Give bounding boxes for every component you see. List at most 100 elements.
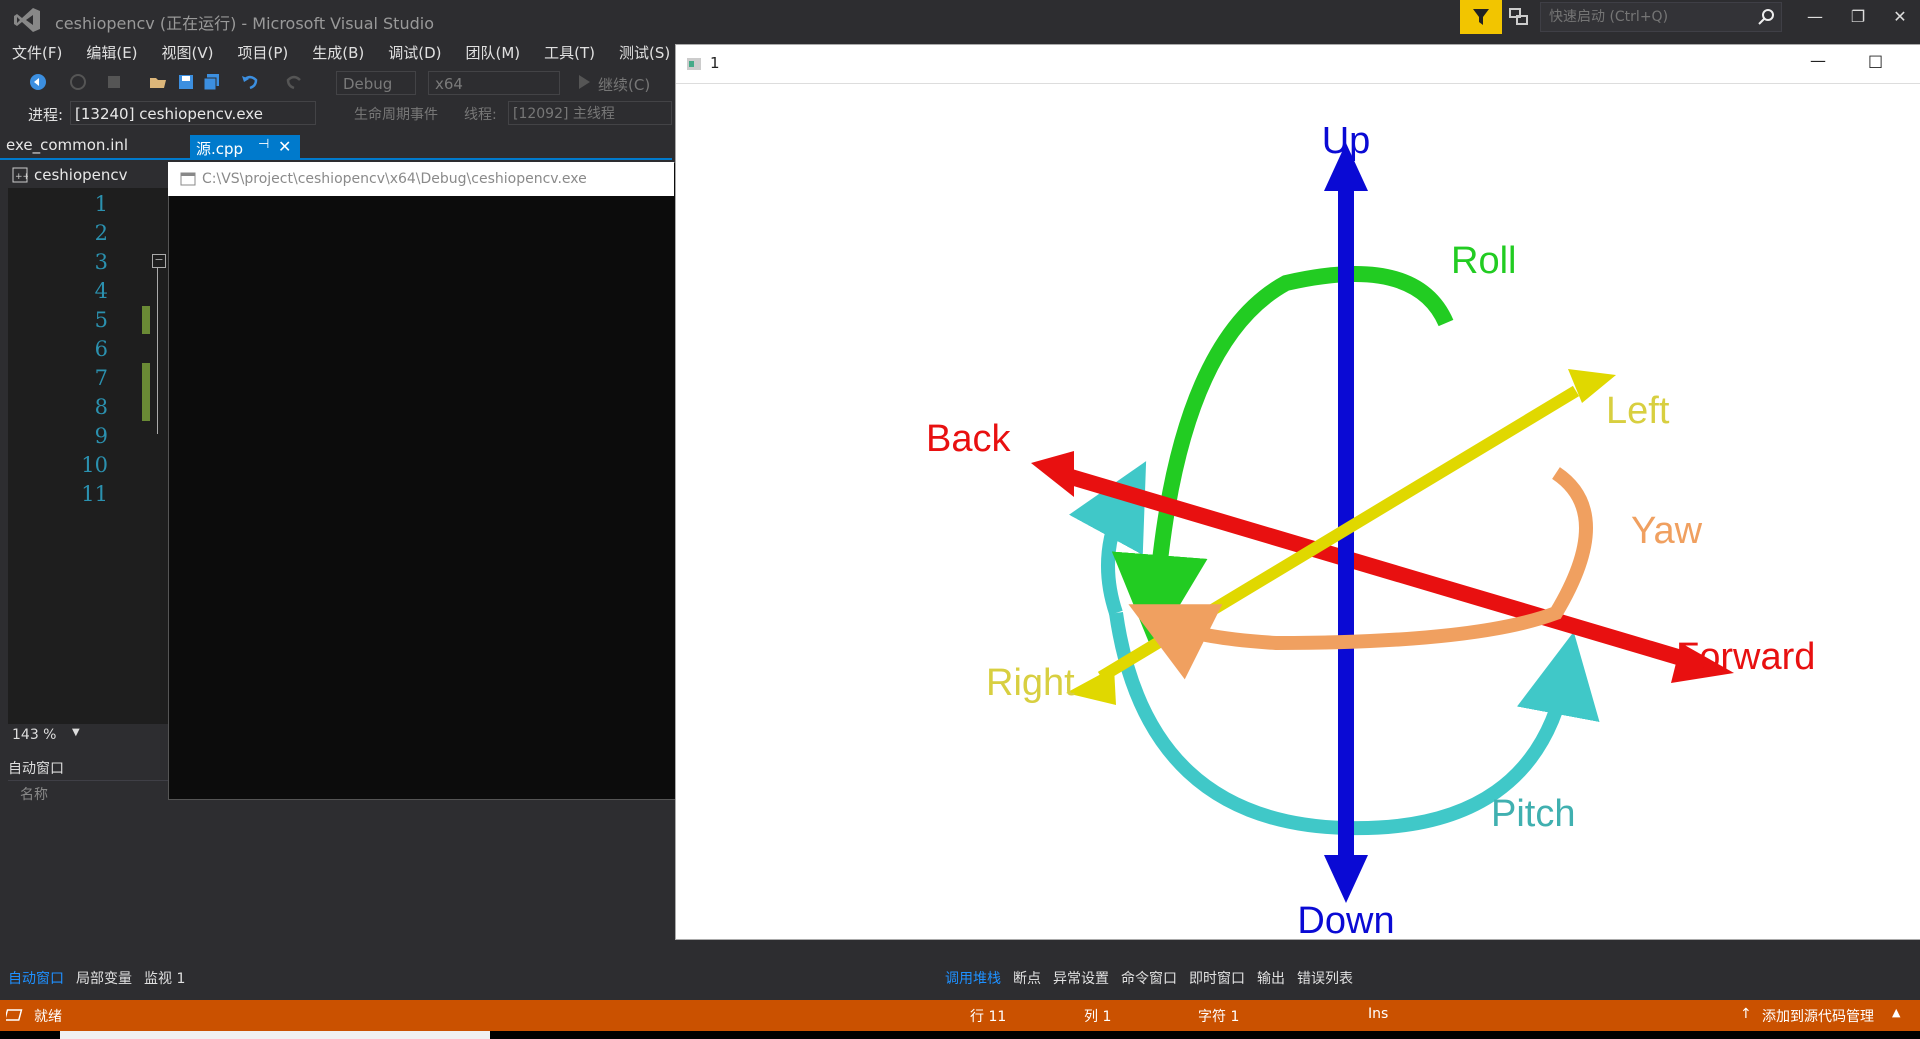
pitch-arrow-tail [1069, 461, 1147, 616]
menu-bar: 文件(F) 编辑(E) 视图(V) 项目(P) 生成(B) 调试(D) 团队(M) 工具(T)… [0, 40, 682, 66]
feedback-filter-button[interactable] [1460, 0, 1502, 34]
restore-button[interactable]: ❐ [1838, 0, 1878, 34]
filter-icon [1473, 9, 1489, 25]
zoom-value: 143 % [12, 727, 57, 743]
label-left: Left [1606, 390, 1670, 432]
solution-config-select[interactable]: Debug [336, 71, 416, 95]
svg-text:++: ++ [15, 172, 28, 182]
zoom-select[interactable]: 143 % ▼ [8, 724, 172, 748]
tab-close-icon[interactable]: ✕ [278, 137, 291, 156]
arrow-up-icon: ↑ [1740, 1006, 1752, 1022]
menu-debug[interactable]: 调试(D) [376, 40, 453, 66]
status-char: 字符 1 [1198, 1009, 1240, 1025]
line-number: 7 [94, 366, 108, 390]
opencv-image-window[interactable]: 1 — □ Up Down Roll Left Back Yaw Forward… [675, 44, 1920, 940]
line-number: 11 [81, 482, 108, 506]
project-nav-label: ceshiopencv [34, 166, 128, 184]
tab-output[interactable]: 输出 [1257, 968, 1285, 990]
auto-window-title: 自动窗口 [8, 761, 64, 777]
standard-toolbar: Debug x64 继续(C) [0, 66, 672, 100]
taskbar-item[interactable] [60, 1031, 490, 1039]
editor-nav-bar[interactable]: ++ ceshiopencv [0, 162, 172, 188]
forward-navigate-icon[interactable] [68, 72, 88, 92]
line-number: 5 [94, 308, 108, 332]
label-forward: Forward [1676, 636, 1815, 678]
tab-command-window[interactable]: 命令窗口 [1121, 968, 1177, 990]
menu-team[interactable]: 团队(M) [454, 40, 533, 66]
back-arrowhead [1031, 451, 1074, 497]
person-feedback-icon[interactable] [1508, 6, 1530, 28]
title-bar: ceshiopencv (正在运行) - Microsoft Visual St… [0, 0, 1920, 40]
save-all-icon[interactable] [202, 72, 222, 92]
tab-source-cpp[interactable]: 源.cpp ⊣ ✕ [190, 135, 300, 159]
image-window-title: 1 [710, 54, 720, 72]
label-yaw: Yaw [1631, 510, 1703, 552]
image-window-title-bar[interactable]: 1 — □ [676, 45, 1920, 84]
tab-immediate-window[interactable]: 即时窗口 [1189, 968, 1245, 990]
minimize-button[interactable]: — [1810, 51, 1826, 70]
continue-play-icon[interactable] [574, 72, 594, 92]
chevron-up-icon[interactable]: ▲ [1892, 1006, 1900, 1019]
quick-launch-input[interactable] [1541, 3, 1771, 31]
change-marker [142, 363, 150, 421]
redo-icon[interactable] [284, 72, 304, 92]
console-title: C:\VS\project\ceshiopencv\x64\Debug\cesh… [202, 171, 587, 187]
undo-icon[interactable] [240, 72, 260, 92]
line-number: 8 [94, 395, 108, 419]
auto-window-panel [8, 780, 672, 971]
process-select[interactable]: [13240] ceshiopencv.exe [70, 101, 316, 125]
pin-icon[interactable]: ⊣ [258, 137, 269, 152]
label-right: Right [986, 662, 1075, 704]
window-title: ceshiopencv (正在运行) - Microsoft Visual St… [55, 14, 434, 33]
code-editor[interactable]: 1 2 3 4 5 6 7 8 9 10 11 − [8, 188, 172, 724]
quick-launch-box[interactable] [1540, 2, 1782, 32]
column-header-name[interactable]: 名称 [20, 784, 48, 804]
tab-locals[interactable]: 局部变量 [76, 968, 132, 990]
platform-select[interactable]: x64 [428, 71, 560, 95]
chevron-down-icon: ▼ [72, 727, 80, 738]
console-title-bar[interactable]: C:\VS\project\ceshiopencv\x64\Debug\cesh… [168, 162, 674, 196]
tab-breakpoints[interactable]: 断点 [1013, 968, 1041, 990]
menu-project[interactable]: 项目(P) [226, 40, 301, 66]
lifecycle-events-button[interactable]: 生命周期事件 [354, 104, 438, 124]
new-project-icon[interactable] [105, 72, 125, 92]
console-window[interactable] [168, 162, 676, 800]
menu-tools[interactable]: 工具(T) [532, 40, 607, 66]
thread-select[interactable]: [12092] 主线程 [508, 101, 672, 125]
line-number: 2 [94, 221, 108, 245]
continue-label[interactable]: 继续(C) [598, 74, 650, 95]
line-number: 6 [94, 337, 108, 361]
open-file-icon[interactable] [148, 72, 168, 92]
add-to-source-control-button[interactable]: 添加到源代码管理 [1762, 1006, 1874, 1026]
label-pitch: Pitch [1491, 793, 1575, 835]
tab-autos[interactable]: 自动窗口 [8, 968, 64, 990]
collapse-outline-icon[interactable]: − [152, 254, 166, 268]
tab-error-list[interactable]: 错误列表 [1297, 968, 1353, 990]
tab-exception-settings[interactable]: 异常设置 [1053, 968, 1109, 990]
minimize-button[interactable]: — [1795, 0, 1835, 34]
maximize-button[interactable]: □ [1868, 51, 1883, 70]
outline-guide [157, 268, 158, 434]
label-roll: Roll [1451, 240, 1516, 282]
line-number: 3 [94, 250, 108, 274]
process-label: 进程: [28, 106, 64, 124]
tab-exe-common[interactable]: exe_common.inl [6, 136, 128, 154]
close-button[interactable]: ✕ [1880, 0, 1920, 34]
menu-view[interactable]: 视图(V) [150, 40, 226, 66]
save-icon[interactable] [176, 72, 196, 92]
status-bar: 就绪 行 11 列 1 字符 1 Ins ↑ 添加到源代码管理 ▲ [0, 1000, 1920, 1031]
status-insert-mode: Ins [1368, 1006, 1389, 1022]
back-navigate-icon[interactable] [28, 72, 48, 92]
search-icon[interactable] [1757, 8, 1775, 26]
menu-build[interactable]: 生成(B) [300, 40, 376, 66]
tab-well-divider [0, 158, 672, 160]
yaw-arrow [1128, 467, 1593, 680]
tab-call-stack[interactable]: 调用堆栈 [945, 968, 1001, 990]
line-number: 1 [94, 192, 108, 216]
bottom-right-tabs: 调用堆栈 断点 异常设置 命令窗口 即时窗口 输出 错误列表 [945, 968, 1365, 990]
menu-test[interactable]: 测试(S) [607, 40, 682, 66]
tab-watch-1[interactable]: 监视 1 [144, 968, 185, 990]
status-output-icon[interactable] [6, 1008, 24, 1022]
menu-file[interactable]: 文件(F) [0, 40, 74, 66]
menu-edit[interactable]: 编辑(E) [74, 40, 149, 66]
